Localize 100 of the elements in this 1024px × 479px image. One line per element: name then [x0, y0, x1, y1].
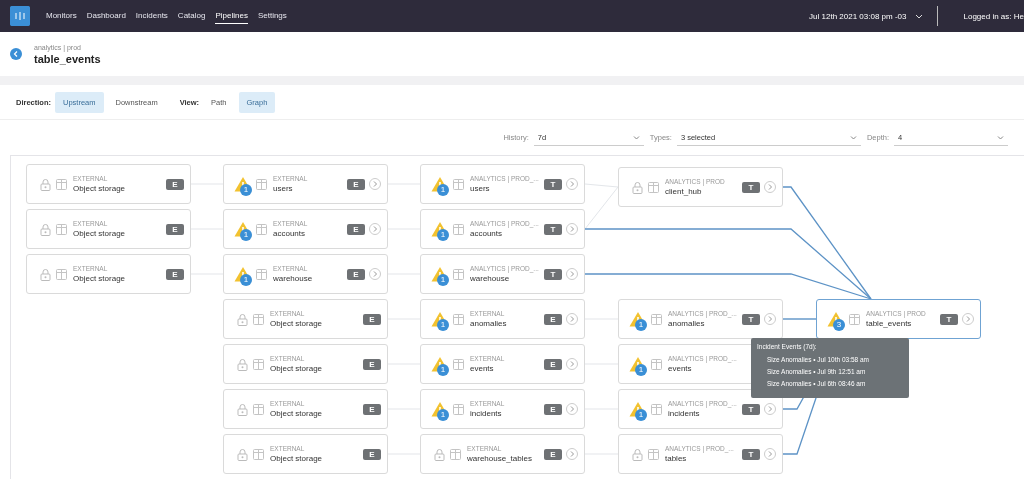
expand-icon[interactable]: [369, 178, 381, 190]
type-badge: E: [347, 268, 365, 280]
count-badge: 1: [437, 409, 449, 421]
lock-icon: [40, 267, 51, 281]
expand-icon[interactable]: [369, 223, 381, 235]
count-badge: 1: [437, 229, 449, 241]
table-icon: [648, 448, 659, 460]
node-name: users: [470, 184, 490, 193]
table-icon: [56, 268, 67, 280]
expand-icon[interactable]: [566, 358, 578, 370]
back-icon[interactable]: [10, 48, 22, 60]
nav-link[interactable]: Dashboard: [86, 8, 126, 24]
chevron-down-icon[interactable]: [914, 12, 923, 20]
expand-icon[interactable]: [962, 313, 974, 325]
count-badge: 1: [635, 409, 647, 421]
date-time: Jul 12th 2021 03:08 pm -03: [809, 11, 907, 21]
table-icon: [253, 313, 264, 325]
expand-icon[interactable]: [764, 313, 776, 325]
node-name: accounts: [273, 229, 306, 238]
table-icon: [453, 268, 464, 280]
node-name: Object storage: [73, 229, 126, 238]
chevron-down-icon: [997, 133, 1004, 141]
lock-icon: [434, 447, 445, 461]
lock-icon: [237, 402, 248, 416]
type-badge: T: [940, 313, 958, 325]
page-title: table_events: [34, 52, 101, 65]
table-icon: [651, 403, 662, 415]
expand-icon[interactable]: [566, 223, 578, 235]
chevron-down-icon: [632, 133, 640, 141]
table-icon: [453, 178, 464, 190]
lock-icon: [237, 312, 248, 326]
node-name: anomalies: [668, 319, 705, 328]
expand-icon[interactable]: [566, 178, 578, 190]
expand-icon[interactable]: [566, 448, 578, 460]
table-icon: [56, 223, 67, 235]
node-name: events: [668, 364, 692, 373]
count-badge: 1: [240, 184, 252, 196]
lock-icon: [237, 357, 248, 371]
type-badge: T: [544, 268, 562, 280]
node-name: table_events: [866, 319, 912, 328]
nav-link[interactable]: Settings: [257, 8, 287, 24]
count-badge: 3: [833, 319, 845, 331]
logged-in-user: Logged in as: He: [963, 11, 1024, 21]
node-name: anomalies: [470, 319, 507, 328]
lock-icon: [237, 447, 248, 461]
count-badge: 1: [437, 319, 449, 331]
count-badge: 1: [635, 319, 647, 331]
expand-icon[interactable]: [764, 181, 776, 193]
type-badge: E: [363, 313, 381, 325]
table-icon: [256, 178, 267, 190]
expand-icon[interactable]: [566, 403, 578, 415]
node-name: events: [470, 364, 494, 373]
nav-link[interactable]: Pipelines: [215, 8, 248, 24]
expand-icon[interactable]: [764, 403, 776, 415]
table-icon: [450, 448, 461, 460]
type-badge: T: [742, 448, 760, 460]
nav-link[interactable]: Catalog: [177, 8, 206, 24]
node-name: Object storage: [73, 274, 126, 283]
expand-icon[interactable]: [369, 268, 381, 280]
node-name: Object storage: [73, 184, 126, 193]
table-icon: [651, 313, 662, 325]
node-name: Object storage: [270, 364, 323, 373]
table-icon: [253, 448, 264, 460]
type-badge: T: [544, 223, 562, 235]
node-name: warehouse_tables: [467, 454, 532, 463]
expand-icon[interactable]: [566, 268, 578, 280]
type-badge: E: [544, 358, 562, 370]
type-badge: E: [166, 178, 184, 190]
table-icon: [256, 223, 267, 235]
table-icon: [648, 181, 659, 193]
count-badge: 1: [437, 364, 449, 376]
count-badge: 1: [437, 274, 449, 286]
node-name: users: [273, 184, 293, 193]
logo-icon[interactable]: [10, 6, 30, 26]
expand-icon[interactable]: [764, 448, 776, 460]
table-icon: [849, 313, 860, 325]
nav-link[interactable]: Monitors: [46, 8, 77, 24]
type-badge: E: [544, 313, 562, 325]
node-name: client_hub: [665, 187, 702, 196]
type-badge: E: [347, 223, 365, 235]
node-name: tables: [665, 454, 687, 463]
node-name: Object storage: [270, 454, 323, 463]
count-badge: 1: [240, 229, 252, 241]
nav-link[interactable]: Incidents: [135, 8, 168, 24]
type-badge: T: [742, 403, 760, 415]
type-badge: E: [363, 448, 381, 460]
chevron-down-icon: [849, 133, 857, 141]
node-name: Object storage: [270, 409, 323, 418]
type-badge: T: [544, 178, 562, 190]
lock-icon: [632, 180, 643, 194]
node-name: Object storage: [270, 319, 323, 328]
type-badge: E: [363, 358, 381, 370]
table-icon: [453, 223, 464, 235]
lock-icon: [40, 222, 51, 236]
type-badge: T: [742, 313, 760, 325]
type-badge: E: [166, 223, 184, 235]
table-icon: [253, 358, 264, 370]
expand-icon[interactable]: [566, 313, 578, 325]
node-name: incidents: [470, 409, 502, 418]
type-badge: E: [544, 448, 562, 460]
